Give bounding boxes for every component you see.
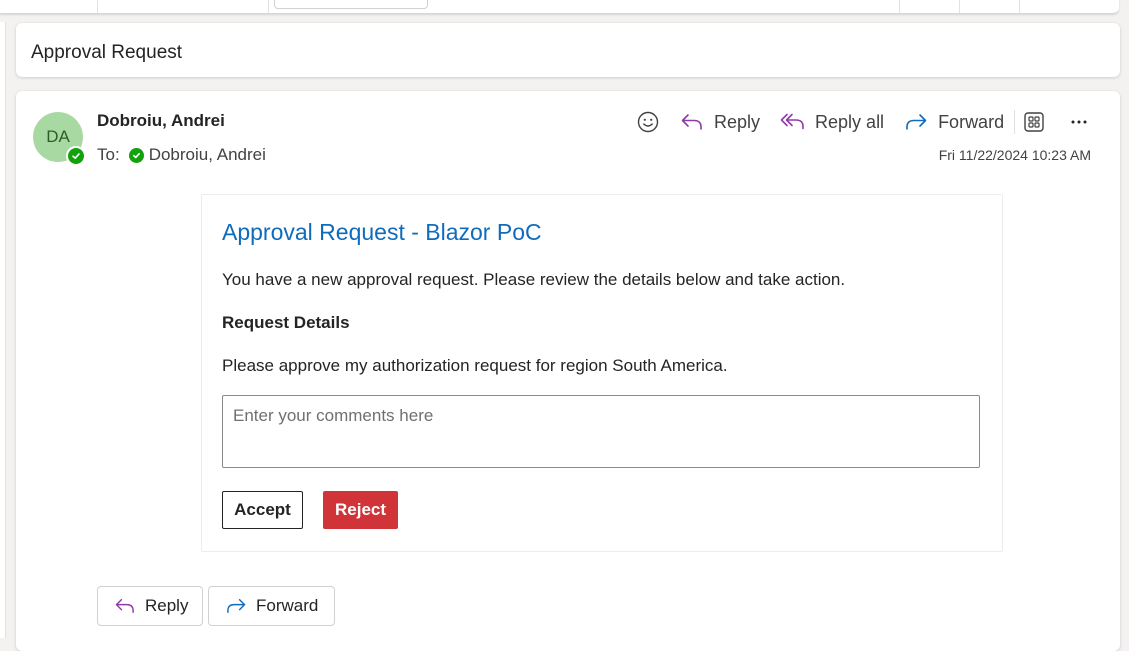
forward-label: Forward: [938, 111, 1005, 132]
footer-forward-label: Forward: [256, 596, 319, 615]
apps-icon: [1024, 112, 1044, 132]
toolbar-field[interactable]: [274, 0, 428, 9]
card-intro-text: You have a new approval request. Please …: [222, 270, 846, 289]
top-toolbar-strip: [0, 0, 1119, 14]
reply-all-icon: [780, 113, 804, 130]
reply-label: Reply: [714, 111, 761, 132]
reply-all-label: Reply all: [815, 111, 885, 132]
presence-available-icon: [66, 146, 86, 166]
forward-icon: [227, 598, 246, 614]
comments-input[interactable]: [222, 395, 980, 468]
more-icon: [1071, 120, 1087, 124]
footer-forward-button[interactable]: Forward: [208, 586, 335, 626]
toolbar-divider: [97, 0, 98, 13]
reply-icon: [115, 598, 134, 614]
reply-button[interactable]: Reply: [680, 112, 760, 133]
check-icon: [128, 147, 144, 163]
reject-button[interactable]: Reject: [323, 491, 398, 529]
more-options-button[interactable]: [1069, 112, 1089, 132]
avatar-initials: DA: [46, 127, 70, 146]
recipient-row: To: Dobroiu, Andrei: [97, 145, 266, 165]
forward-button[interactable]: Forward: [904, 112, 1004, 133]
apps-button[interactable]: [1022, 110, 1046, 134]
message-card: DA Dobroiu, Andrei To: Dobroiu, Andrei R…: [16, 91, 1120, 651]
toolbar-divider: [1019, 0, 1020, 13]
sent-timestamp: Fri 11/22/2024 10:23 AM: [938, 147, 1091, 163]
request-details-heading: Request Details: [222, 313, 350, 332]
recipient-name[interactable]: Dobroiu, Andrei: [149, 145, 266, 165]
footer-reply-button[interactable]: Reply: [97, 586, 203, 626]
reply-icon: [681, 114, 702, 130]
accept-button[interactable]: Accept: [222, 491, 303, 529]
footer-reply-label: Reply: [145, 596, 189, 615]
toolbar-divider: [959, 0, 960, 13]
adaptive-card: Approval Request - Blazor PoC You have a…: [201, 194, 1003, 552]
message-actions: Reply Reply all Forward: [636, 109, 1089, 135]
toolbar-divider: [268, 0, 269, 13]
emoji-icon: [637, 111, 659, 133]
forward-icon: [906, 114, 927, 130]
request-details-text: Please approve my authorization request …: [222, 356, 728, 375]
reply-all-button[interactable]: Reply all: [780, 112, 884, 133]
subject-title: Approval Request: [31, 42, 183, 63]
to-label: To:: [97, 145, 120, 164]
action-divider: [1014, 110, 1016, 134]
card-title: Approval Request - Blazor PoC: [222, 219, 542, 245]
left-pane-edge: [0, 22, 6, 638]
subject-header: Approval Request: [16, 23, 1120, 77]
toolbar-divider: [899, 0, 900, 13]
sender-name[interactable]: Dobroiu, Andrei: [97, 111, 225, 131]
emoji-react-button[interactable]: [636, 110, 660, 134]
